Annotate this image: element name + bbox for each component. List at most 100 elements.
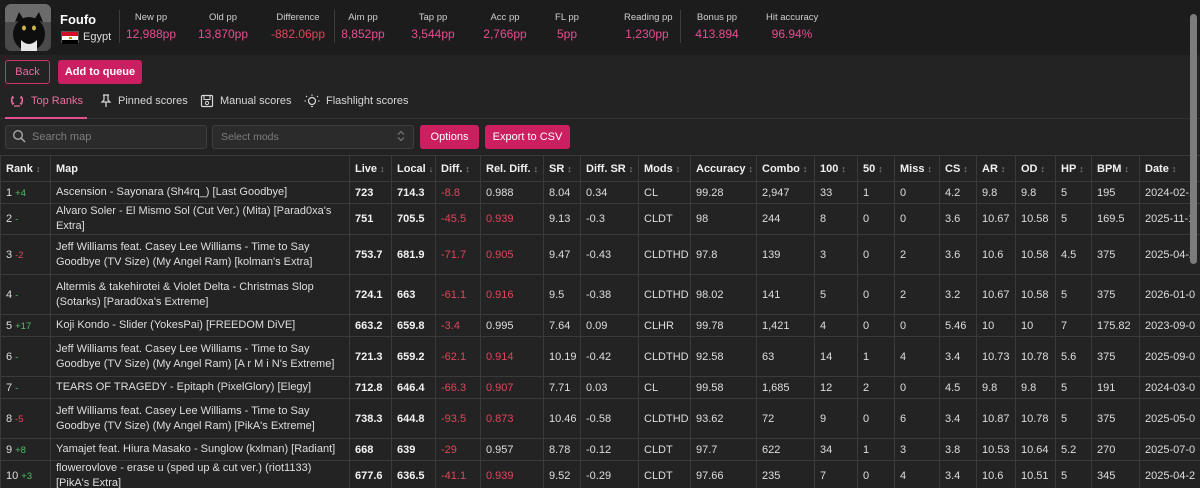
date: 2025-05-0 xyxy=(1139,398,1200,439)
date: 2025-04-2 xyxy=(1139,460,1200,488)
tab-flashlight-scores[interactable]: Flashlight scores xyxy=(304,94,409,108)
live-pp: 751 xyxy=(349,203,392,235)
count-100: 14 xyxy=(814,336,858,377)
stat-label: Bonus pp xyxy=(696,12,738,23)
scrollbar-thumb[interactable] xyxy=(1190,14,1197,264)
stat-label: Aim pp xyxy=(348,12,378,23)
add-to-queue-button[interactable]: Add to queue xyxy=(58,60,142,84)
column-header[interactable]: Rank ↕ xyxy=(0,155,51,182)
pp-difference: -71.7 xyxy=(435,234,481,275)
sort-icon: ↕ xyxy=(1171,163,1177,174)
pp-difference: -29 xyxy=(435,438,481,461)
rank-cell: 1 +4 xyxy=(0,181,51,204)
column-header[interactable]: Combo ↕ xyxy=(756,155,815,182)
column-header[interactable]: 100 ↕ xyxy=(814,155,858,182)
map-name[interactable]: Yamajet feat. Hiura Masako - Sunglow (kx… xyxy=(50,438,350,461)
star-rating-difference: -0.43 xyxy=(580,234,639,275)
map-name[interactable]: Jeff Williams feat. Casey Lee Williams -… xyxy=(50,234,350,275)
column-header[interactable]: AR ↕ xyxy=(976,155,1016,182)
avatar[interactable] xyxy=(5,4,51,51)
column-header[interactable]: Local ↓ xyxy=(391,155,436,182)
mods-select[interactable]: Select mods xyxy=(212,125,414,149)
approach-rate: 10.87 xyxy=(976,398,1016,439)
count-100: 33 xyxy=(814,181,858,204)
column-header[interactable]: Live ↕ xyxy=(349,155,392,182)
stat-value: -882.06pp xyxy=(270,27,326,41)
column-header[interactable]: Diff. ↕ xyxy=(435,155,481,182)
circle-size: 3.8 xyxy=(939,438,977,461)
tab-pinned-scores[interactable]: Pinned scores xyxy=(100,94,188,108)
username: Foufo xyxy=(60,12,97,27)
column-header[interactable]: Accuracy ↕ xyxy=(690,155,757,182)
table-row[interactable]: 5 +17 Koji Kondo - Slider (YokesPai) [FREE… xyxy=(0,314,1200,337)
table-row[interactable]: 3 -2 Jeff Williams feat. Casey Lee William… xyxy=(0,234,1200,275)
column-header-label: BPM xyxy=(1097,162,1122,175)
column-header[interactable]: Map xyxy=(50,155,350,182)
map-name[interactable]: Ascension - Sayonara (Sh4rq_) [Last Good… xyxy=(50,181,350,204)
export-csv-button[interactable]: Export to CSV xyxy=(485,125,570,149)
tab-manual-scores[interactable]: Manual scores xyxy=(200,94,292,108)
rank: 2 xyxy=(6,213,13,225)
count-100: 12 xyxy=(814,376,858,399)
count-50: 0 xyxy=(857,203,895,235)
count-50: 1 xyxy=(857,181,895,204)
approach-rate: 10.6 xyxy=(976,460,1016,488)
circle-size: 3.4 xyxy=(939,460,977,488)
table-row[interactable]: 8 -5 Jeff Williams feat. Casey Lee William… xyxy=(0,398,1200,439)
options-button[interactable]: Options xyxy=(420,125,479,149)
search-input[interactable] xyxy=(32,131,192,143)
column-header-label: Live xyxy=(355,162,378,175)
table-row[interactable]: 6- Jeff Williams feat. Casey Lee Williams… xyxy=(0,336,1200,377)
combo: 139 xyxy=(756,234,815,275)
column-header[interactable]: Mods ↕ xyxy=(638,155,691,182)
approach-rate: 10 xyxy=(976,314,1016,337)
miss-count: 0 xyxy=(894,203,940,235)
tab-top-ranks[interactable]: Top Ranks xyxy=(9,94,83,108)
map-name[interactable]: TEARS OF TRAGEDY - Epitaph (PixelGlory) … xyxy=(50,376,350,399)
overall-difficulty: 10 xyxy=(1015,314,1056,337)
scores-table-container[interactable]: Rank ↕ Map Live ↕ Local ↓ Diff. ↕ Rel. Diff. ↕ SR ↕ D… xyxy=(0,155,1200,488)
circle-size: 3.6 xyxy=(939,234,977,275)
column-header[interactable]: CS ↕ xyxy=(939,155,977,182)
sort-icon: ↕ xyxy=(963,163,968,174)
column-header[interactable]: Diff. SR ↕ xyxy=(580,155,639,182)
table-row[interactable]: 2- Alvaro Soler - El Mismo Sol (Cut Ver.)… xyxy=(0,203,1200,235)
stat-new-pp: New pp 12,988pp xyxy=(124,12,178,41)
column-header[interactable]: SR ↕ xyxy=(543,155,581,182)
table-row[interactable]: 9 +8 Yamajet feat. Hiura Masako - Sunglow … xyxy=(0,438,1200,461)
column-header[interactable]: Miss ↕ xyxy=(894,155,940,182)
column-header[interactable]: OD ↕ xyxy=(1015,155,1056,182)
table-row[interactable]: 4- Altermis & takehirotei & Violet Delta … xyxy=(0,274,1200,315)
relative-difference: 0.907 xyxy=(480,376,544,399)
stat-value: 2,766pp xyxy=(483,27,527,41)
date: 2023-09-0 xyxy=(1139,314,1200,337)
column-header[interactable]: BPM ↕ xyxy=(1091,155,1140,182)
stat-label: Old pp xyxy=(209,12,237,23)
search-box[interactable] xyxy=(5,125,207,149)
column-header[interactable]: HP ↕ xyxy=(1055,155,1092,182)
map-name[interactable]: Jeff Williams feat. Casey Lee Williams -… xyxy=(50,398,350,439)
column-header[interactable]: Rel. Diff. ↕ xyxy=(480,155,544,182)
count-100: 34 xyxy=(814,438,858,461)
star-rating: 8.78 xyxy=(543,438,581,461)
table-row[interactable]: 1 +4 Ascension - Sayonara (Sh4rq_) [Last G… xyxy=(0,181,1200,204)
hp-drain: 4.5 xyxy=(1055,234,1092,275)
map-name[interactable]: flowerovlove - erase u (sped up & cut ve… xyxy=(50,460,350,488)
live-pp: 724.1 xyxy=(349,274,392,315)
map-name[interactable]: Altermis & takehirotei & Violet Delta - … xyxy=(50,274,350,315)
pp-difference: -41.1 xyxy=(435,460,481,488)
live-pp: 712.8 xyxy=(349,376,392,399)
bpm: 375 xyxy=(1091,398,1140,439)
column-header-label: Local xyxy=(397,162,426,175)
table-row[interactable]: 7- TEARS OF TRAGEDY - Epitaph (PixelGlory… xyxy=(0,376,1200,399)
column-header[interactable]: 50 ↕ xyxy=(857,155,895,182)
map-name[interactable]: Koji Kondo - Slider (YokesPai) [FREEDOM … xyxy=(50,314,350,337)
map-name[interactable]: Alvaro Soler - El Mismo Sol (Cut Ver.) (… xyxy=(50,203,350,235)
map-name[interactable]: Jeff Williams feat. Casey Lee Williams -… xyxy=(50,336,350,377)
back-button[interactable]: Back xyxy=(5,60,50,84)
relative-difference: 0.916 xyxy=(480,274,544,315)
live-pp: 738.3 xyxy=(349,398,392,439)
stat-fl-pp: FL pp 5pp xyxy=(552,12,582,41)
hp-drain: 5 xyxy=(1055,460,1092,488)
table-row[interactable]: 10 +3 flowerovlove - erase u (sped up & cu… xyxy=(0,460,1200,488)
